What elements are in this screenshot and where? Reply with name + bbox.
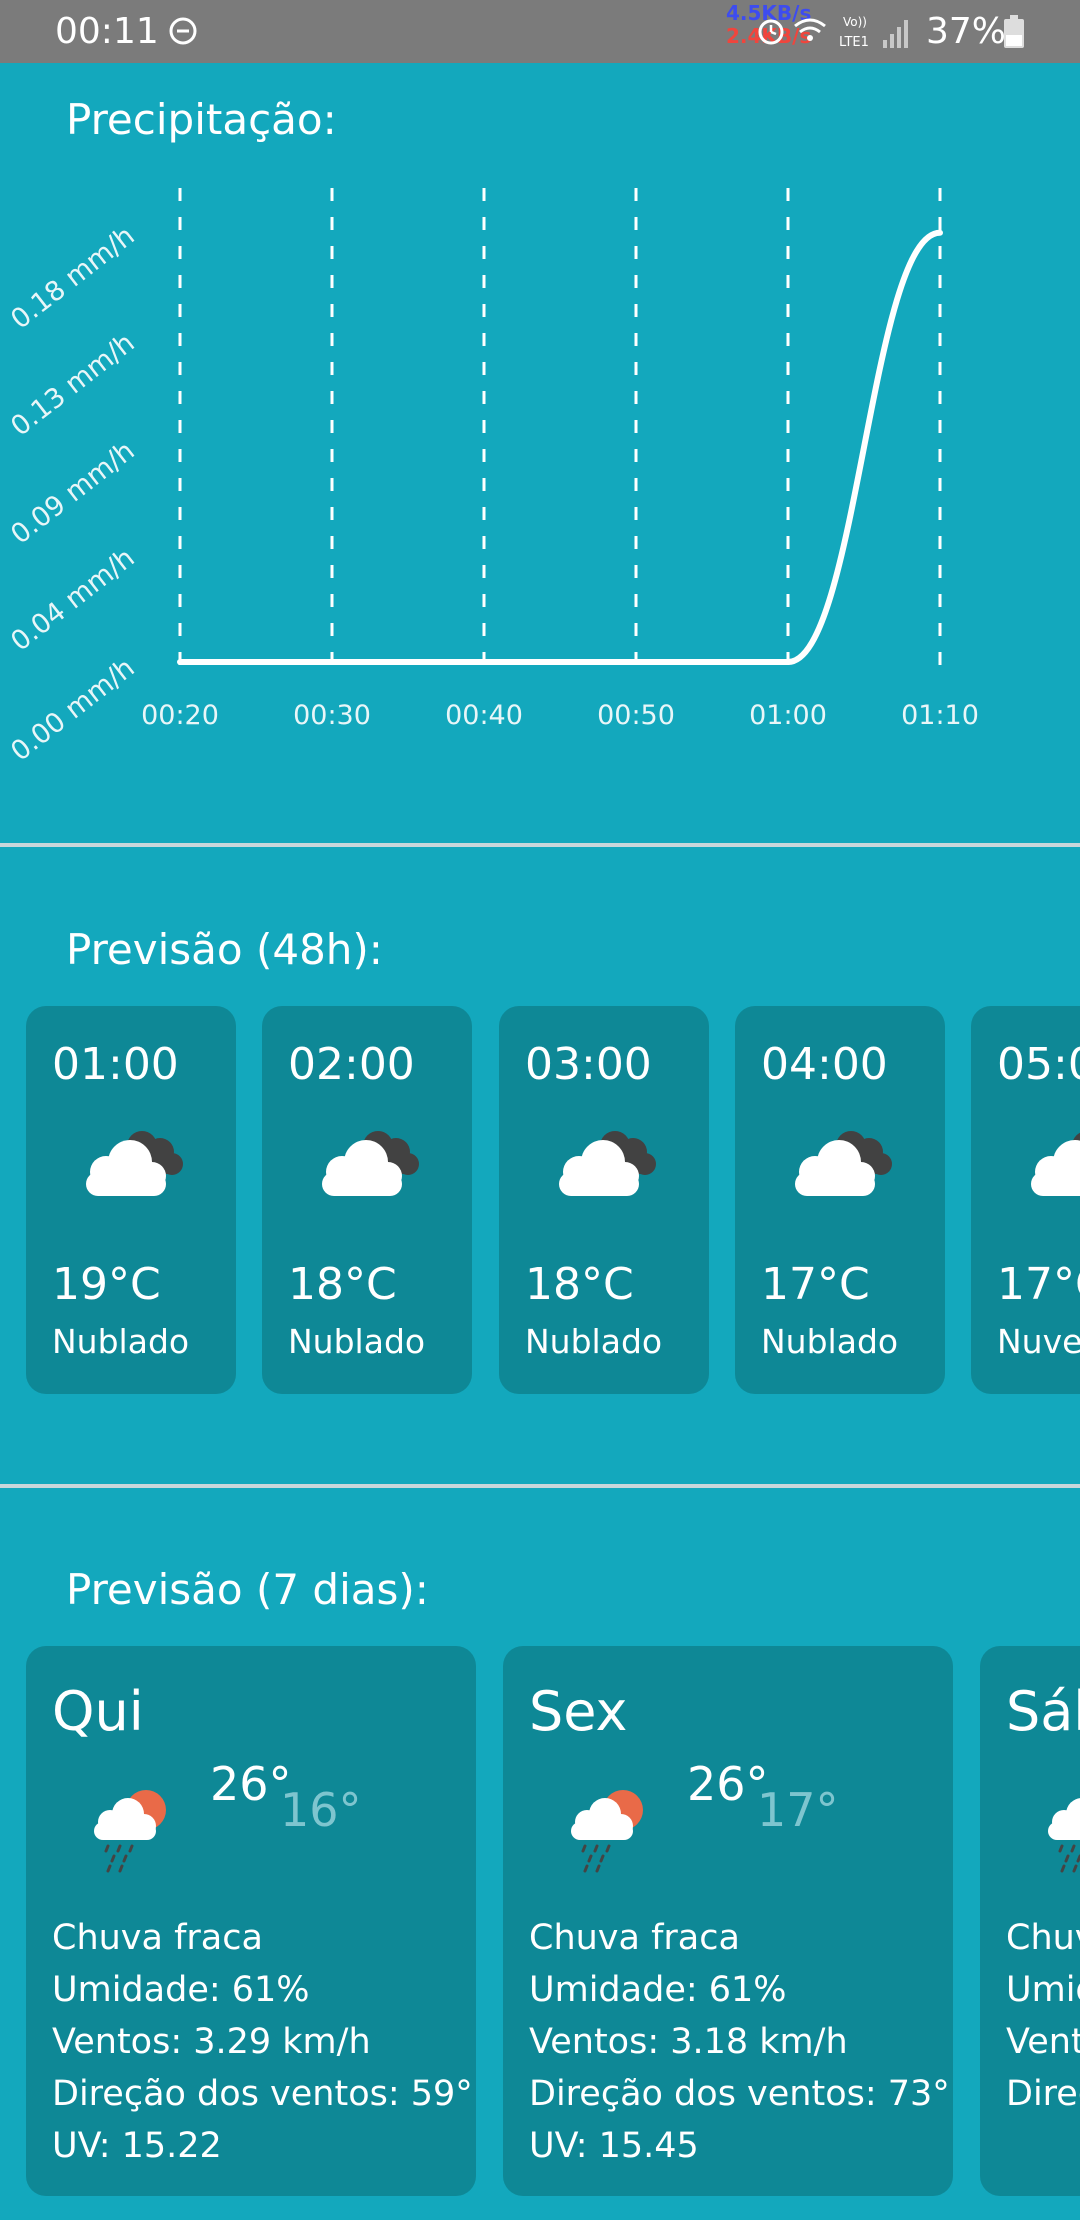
day-condition: Chuva fraca xyxy=(52,1918,263,1958)
hourly-condition: Nublado xyxy=(525,1322,663,1361)
hourly-card[interactable]: 04:00 17°C Nublado xyxy=(735,1006,945,1394)
x-tick-label: 01:10 xyxy=(901,700,979,731)
x-tick-label: 01:00 xyxy=(749,700,827,731)
status-icons: Vo)) LTE1 xyxy=(758,15,908,50)
hourly-time: 01:00 xyxy=(52,1039,179,1090)
day-wind-direction: Direção dos ventos: 59° xyxy=(52,2074,473,2114)
svg-text:Vo)): Vo)) xyxy=(843,15,867,29)
precipitation-chart: 00:20 00:30 00:40 00:50 01:00 01:100.00 mm/h0… xyxy=(5,188,979,768)
cloudy-icon xyxy=(1019,1124,1080,1204)
battery-icon xyxy=(1004,15,1024,48)
precipitation-title: Precipitação: xyxy=(66,95,337,144)
hourly-card[interactable]: 01:00 19°C Nublado xyxy=(26,1006,236,1394)
y-tick-label: 0.18 mm/h xyxy=(5,220,140,335)
hourly-time: 04:00 xyxy=(761,1039,888,1090)
x-tick-label: 00:30 xyxy=(293,700,371,731)
y-tick-label: 0.00 mm/h xyxy=(5,652,140,767)
divider xyxy=(0,843,1080,847)
min-temperature: 17° xyxy=(757,1783,839,1837)
day-condition: Chuva fraca xyxy=(529,1918,740,1958)
day-wind-speed: Ventos: 3.18 km/h xyxy=(529,2022,848,2062)
y-tick-label: 0.13 mm/h xyxy=(5,327,140,442)
alarm-icon xyxy=(758,19,784,45)
x-tick-label: 00:40 xyxy=(445,700,523,731)
hourly-condition: Nuvens xyxy=(997,1322,1080,1361)
hourly-condition: Nublado xyxy=(761,1322,899,1361)
day-uv: UV: 15.22 xyxy=(52,2126,222,2166)
hourly-time: 03:00 xyxy=(525,1039,652,1090)
svg-text:LTE1: LTE1 xyxy=(839,35,869,50)
hourly-condition: Nublado xyxy=(52,1322,190,1361)
day-wind-direction: Direção xyxy=(1006,2074,1080,2114)
divider xyxy=(0,1484,1080,1488)
hourly-forecast-list[interactable]: 01:00 19°C Nublado 02:00 18°C Nublado 03… xyxy=(0,1006,1080,1394)
hourly-condition: Nublado xyxy=(288,1322,426,1361)
hourly-card[interactable]: 05:00 17°C Nuvens xyxy=(971,1006,1080,1394)
cloudy-icon xyxy=(74,1124,190,1204)
wifi-icon xyxy=(794,18,826,41)
daily-card[interactable]: Sex 26° 17° Chuva fraca Umidade: 61% Ven… xyxy=(503,1646,953,2196)
do-not-disturb-icon xyxy=(169,17,197,45)
daily-card[interactable]: Sáb Chuva Umidade Ventos Direção xyxy=(980,1646,1080,2196)
light-rain-sun-icon xyxy=(1040,1782,1080,1874)
light-rain-sun-icon xyxy=(86,1782,178,1874)
y-tick-label: 0.09 mm/h xyxy=(5,435,140,550)
day-uv: UV: 15.45 xyxy=(529,2126,699,2166)
hourly-temperature: 17°C xyxy=(997,1259,1080,1310)
precipitation-line xyxy=(177,229,943,665)
battery-percent: 37% xyxy=(926,11,1007,52)
status-bar: 00:11 4.5KB/s 2.4KB/s Vo)) LTE1 37% xyxy=(0,0,1080,63)
day-condition: Chuva xyxy=(1006,1918,1080,1958)
hourly-temperature: 18°C xyxy=(525,1259,634,1310)
day-humidity: Umidade: 61% xyxy=(529,1970,787,2010)
day-name: Sex xyxy=(529,1680,628,1743)
daily-card[interactable]: Qui 26° 16° Chuva fraca Umidade: 61% Ven… xyxy=(26,1646,476,2196)
daily-forecast-title: Previsão (7 dias): xyxy=(66,1565,429,1614)
x-tick-label: 00:20 xyxy=(141,700,219,731)
day-name: Qui xyxy=(52,1680,144,1743)
day-wind-speed: Ventos: 3.29 km/h xyxy=(52,2022,371,2062)
cloudy-icon xyxy=(547,1124,663,1204)
light-rain-sun-icon xyxy=(563,1782,655,1874)
hourly-card[interactable]: 02:00 18°C Nublado xyxy=(262,1006,472,1394)
hourly-time: 05:00 xyxy=(997,1039,1080,1090)
hourly-card[interactable]: 03:00 18°C Nublado xyxy=(499,1006,709,1394)
hourly-temperature: 17°C xyxy=(761,1259,870,1310)
cloudy-icon xyxy=(783,1124,899,1204)
hourly-temperature: 18°C xyxy=(288,1259,397,1310)
x-tick-label: 00:50 xyxy=(597,700,675,731)
day-wind-speed: Ventos xyxy=(1006,2022,1080,2062)
hourly-time: 02:00 xyxy=(288,1039,415,1090)
day-humidity: Umidade: 61% xyxy=(52,1970,310,2010)
signal-icon xyxy=(883,20,908,48)
min-temperature: 16° xyxy=(280,1783,362,1837)
volte-icon: Vo)) LTE1 xyxy=(839,15,869,50)
daily-forecast-list[interactable]: Qui 26° 16° Chuva fraca Umidade: 61% Ven… xyxy=(0,1646,1080,2196)
hourly-forecast-title: Previsão (48h): xyxy=(66,925,383,974)
day-humidity: Umidade xyxy=(1006,1970,1080,2010)
y-tick-label: 0.04 mm/h xyxy=(5,542,140,657)
cloudy-icon xyxy=(310,1124,426,1204)
day-name: Sáb xyxy=(1006,1680,1080,1743)
status-time: 00:11 xyxy=(55,11,159,52)
day-wind-direction: Direção dos ventos: 73° xyxy=(529,2074,950,2114)
hourly-temperature: 19°C xyxy=(52,1259,161,1310)
